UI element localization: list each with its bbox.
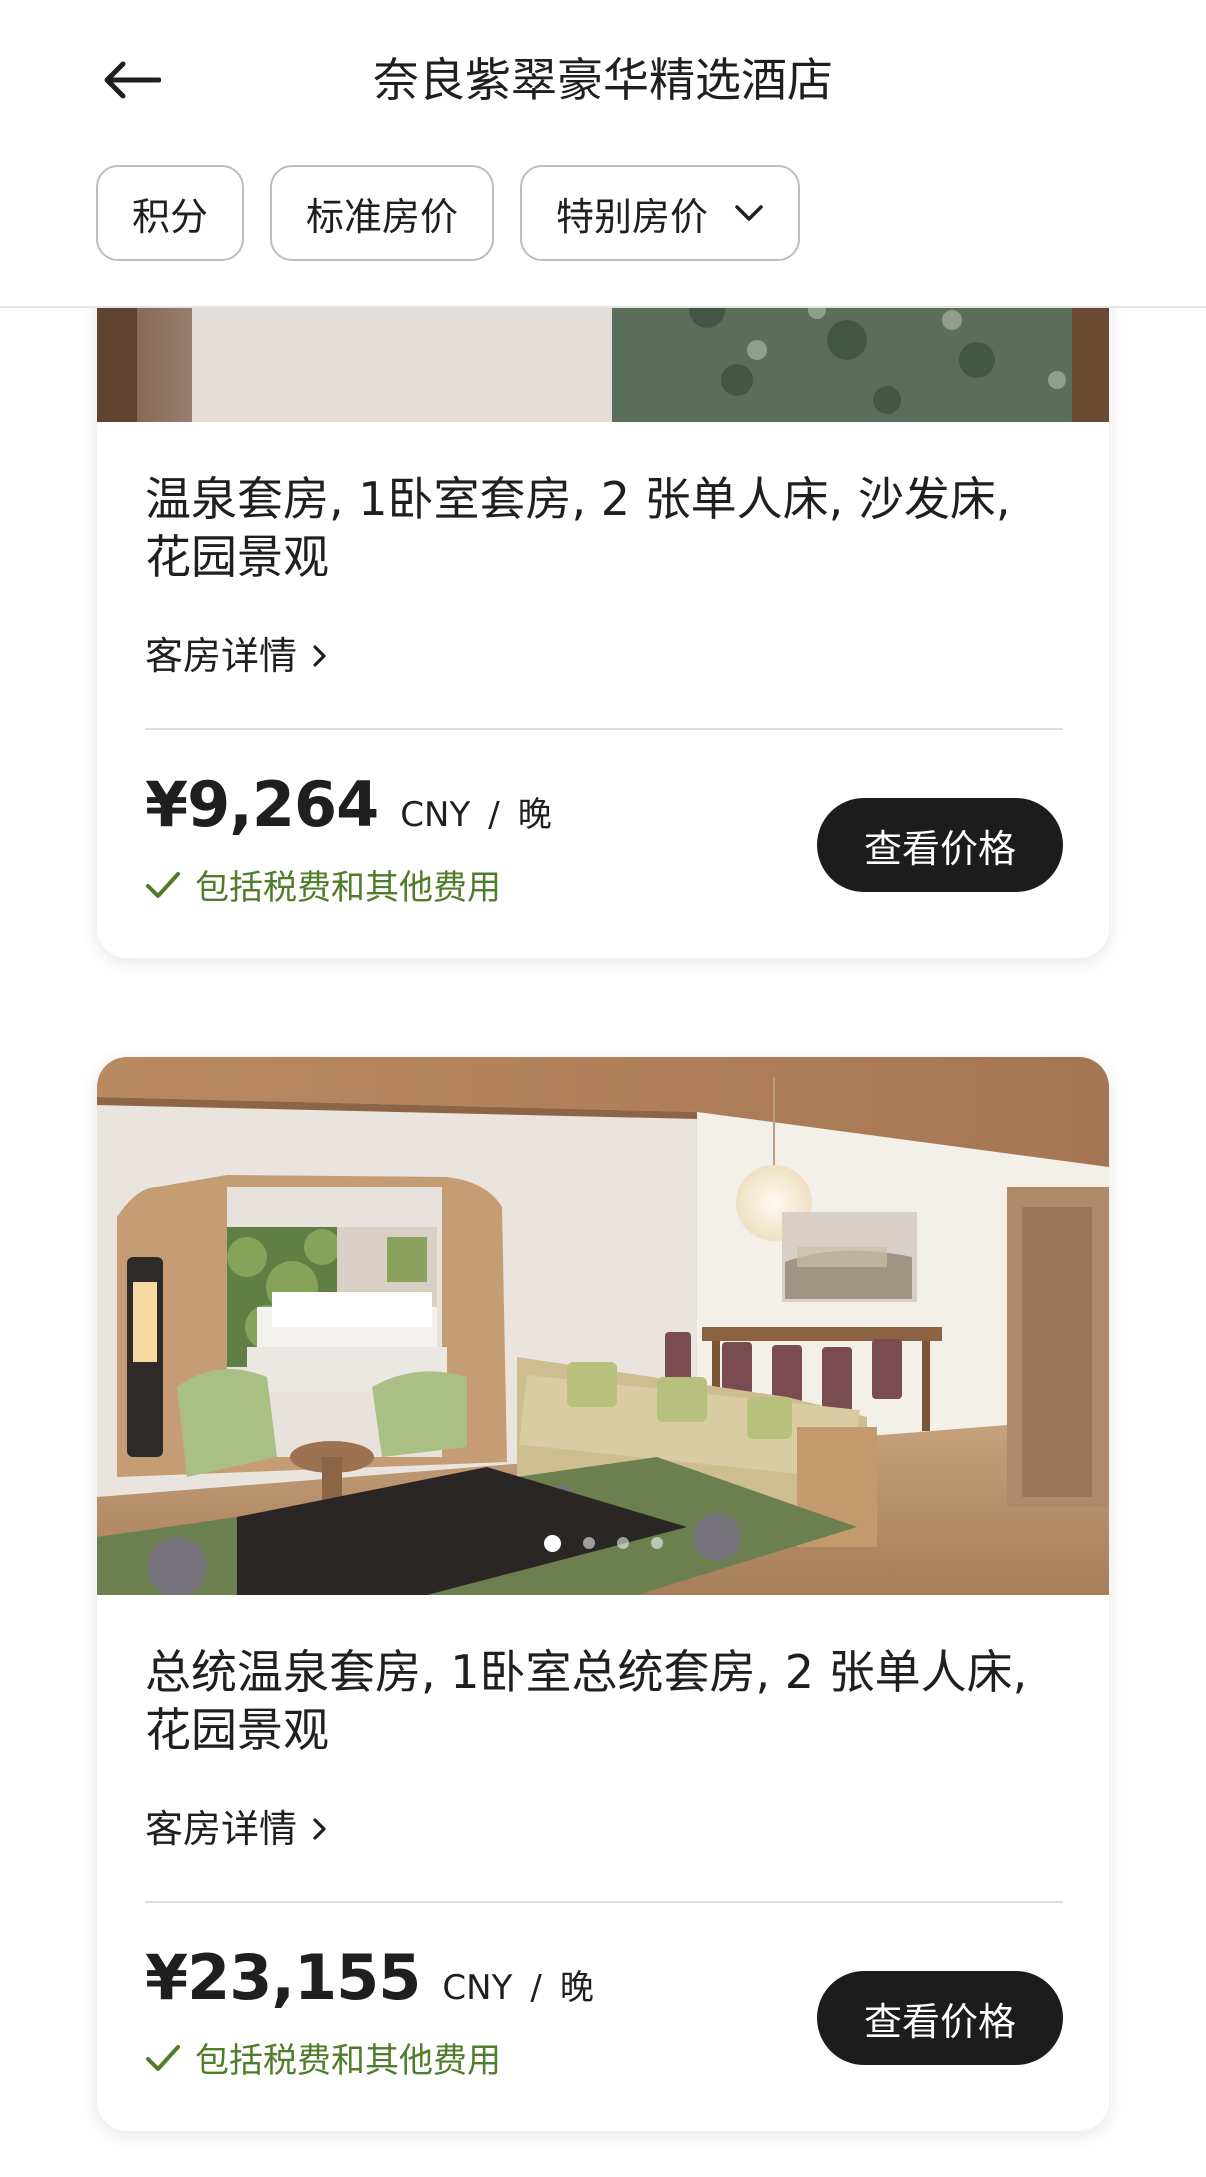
price-row: ¥9,264 CNY / 晚 <box>145 768 552 841</box>
price-separator: / <box>488 795 500 835</box>
check-icon <box>146 871 180 898</box>
price-separator: / <box>530 1968 542 2008</box>
room-details-link[interactable]: 客房详情 <box>145 633 329 679</box>
app-header: 奈良紫翠豪华精选酒店 积分 标准房价 特别房价 <box>0 0 1206 308</box>
per-night-label: 晚 <box>517 795 552 835</box>
filter-standard-rate-chip[interactable]: 标准房价 <box>270 165 495 261</box>
room-photo <box>97 1057 1109 1595</box>
filter-label: 积分 <box>132 194 209 239</box>
tax-note: 包括税费和其他费用 <box>145 860 501 909</box>
room-details-label: 客房详情 <box>145 1807 298 1851</box>
currency-label: CNY <box>442 1968 513 2008</box>
rate-filter-bar: 积分 标准房价 特别房价 <box>96 165 801 261</box>
per-night-label: 晚 <box>559 1968 594 2008</box>
chevron-right-icon <box>313 645 326 667</box>
carousel-dot <box>582 1537 595 1549</box>
room-details-link[interactable]: 客房详情 <box>145 1806 329 1852</box>
check-icon <box>146 2044 180 2071</box>
carousel-dot <box>650 1537 663 1549</box>
room-photo-carousel[interactable] <box>97 1057 1109 1595</box>
filter-label: 特别房价 <box>556 194 709 239</box>
currency-label: CNY <box>400 795 471 835</box>
tax-note: 包括税费和其他费用 <box>145 2033 501 2082</box>
tax-note-text: 包括税费和其他费用 <box>195 868 501 908</box>
chevron-down-icon <box>734 203 764 223</box>
room-price: ¥23,155 <box>145 1941 421 2014</box>
page-title: 奈良紫翠豪华精选酒店 <box>373 53 833 107</box>
room-price: ¥9,264 <box>145 768 379 841</box>
divider <box>145 728 1063 730</box>
carousel-dots <box>97 1535 1109 1552</box>
carousel-dot-active <box>543 1535 561 1552</box>
room-name: 温泉套房, 1卧室套房, 2 张单人床, 沙发床, 花园景观 <box>145 472 1011 584</box>
room-card: 温泉套房, 1卧室套房, 2 张单人床, 沙发床, 花园景观 客房详情 ¥9,2… <box>97 220 1109 958</box>
tax-note-text: 包括税费和其他费用 <box>195 2041 501 2081</box>
carousel-dot <box>616 1537 629 1549</box>
room-card: 总统温泉套房, 1卧室总统套房, 2 张单人床, 花园景观 客房详情 ¥23,1… <box>97 1057 1109 2131</box>
room-details-label: 客房详情 <box>145 634 298 678</box>
view-rates-button[interactable]: 查看价格 <box>817 1971 1063 2065</box>
view-rates-button[interactable]: 查看价格 <box>817 798 1063 892</box>
filter-points-chip[interactable]: 积分 <box>96 165 245 261</box>
chevron-right-icon <box>313 1818 326 1840</box>
divider <box>145 1901 1063 1903</box>
price-row: ¥23,155 CNY / 晚 <box>145 1941 594 2014</box>
filter-label: 标准房价 <box>306 194 459 239</box>
filter-special-rate-dropdown[interactable]: 特别房价 <box>520 165 801 261</box>
room-name: 总统温泉套房, 1卧室总统套房, 2 张单人床, 花园景观 <box>145 1645 1028 1757</box>
